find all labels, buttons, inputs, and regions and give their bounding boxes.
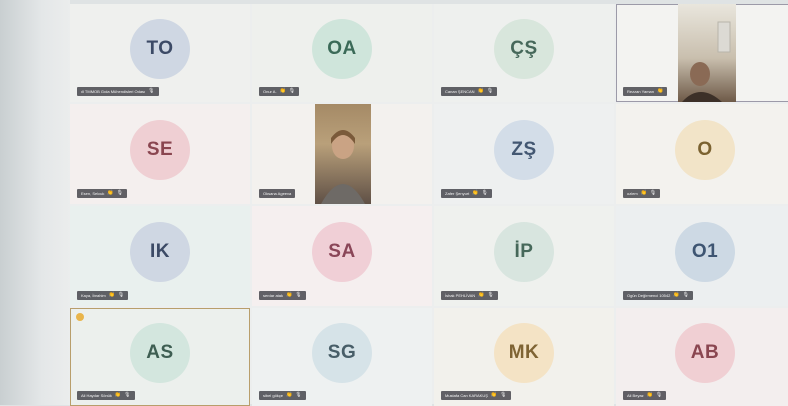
mic-icon: 🎙	[649, 190, 657, 196]
clap-icon: 👏	[114, 392, 122, 398]
clap-icon: 👏	[646, 392, 653, 398]
participant-name-label: Canan ŞENCAN 👏 🎙	[441, 87, 498, 96]
participant-name-label: Kaya, İbrahim 👏 🎙	[77, 291, 129, 300]
participant-video	[315, 104, 371, 204]
participant-name-label: Mustafa Can KARAKUŞ 👏 🎙	[441, 391, 511, 400]
participant-name-label: Ogün Değirmenci 10542 👏 🎙	[623, 291, 693, 300]
clap-icon: 👏	[478, 292, 485, 298]
participant-tile[interactable]: ÇŞ Canan ŞENCAN 👏 🎙	[434, 4, 614, 102]
participant-tile[interactable]: ZŞ Zafer Şenyurt 👏 🎙	[434, 104, 614, 204]
participant-tile[interactable]: İP İshak PEHLİVAN 👏 🎙	[434, 206, 614, 306]
clap-icon: 👏	[108, 292, 115, 298]
participant-name: Rezzan Yaman	[627, 89, 654, 94]
participant-name-label: Rezzan Yaman 👏	[623, 87, 668, 96]
participant-avatar: O	[675, 120, 735, 180]
participant-tile[interactable]: O ozlem 👏 🎙	[616, 104, 788, 204]
participant-tile[interactable]: SA serdar atak 👏 🎙	[252, 206, 432, 306]
person-silhouette	[682, 21, 731, 102]
participant-avatar: SG	[312, 323, 372, 383]
mic-icon: 🎙	[481, 190, 488, 196]
mic-icon: 🎙	[124, 392, 131, 398]
mic-icon: 🎙	[655, 392, 663, 398]
participant-tile[interactable]: SE Esen, Selcuk 👏 🎙	[70, 104, 250, 204]
participant-name: Ali Beyaz	[627, 393, 644, 398]
participant-name-label: Onur A. 👏 🎙	[259, 87, 300, 96]
participant-avatar: ÇŞ	[494, 19, 554, 79]
mic-icon: 🎙	[295, 392, 302, 398]
participant-name-label: Oksana Ageeva	[259, 189, 296, 198]
participant-tile[interactable]: TO ıll TMMOB Gıda Mühendisleri Odası 🎙	[70, 4, 250, 102]
participant-tile[interactable]: OA Onur A. 👏 🎙	[252, 4, 432, 102]
mic-icon: 🎙	[295, 292, 302, 298]
participant-avatar: AS	[130, 323, 190, 383]
mic-icon: 🎙	[500, 392, 507, 398]
participant-name: sibel gökçe	[263, 393, 284, 398]
participant-name-label: serdar atak 👏 🎙	[259, 291, 306, 300]
participant-avatar: SA	[312, 222, 372, 282]
participant-name: Ali Haydar Sönük	[81, 393, 112, 398]
participant-name: serdar atak	[263, 293, 284, 298]
mic-icon: 🎙	[486, 88, 494, 94]
mic-icon: 🎙	[117, 292, 125, 298]
clap-icon: 👏	[673, 292, 680, 298]
participant-name: Canan ŞENCAN	[445, 89, 475, 94]
participant-name-label: ozlem 👏 🎙	[623, 189, 661, 198]
participant-video	[678, 4, 736, 102]
participant-avatar: OA	[312, 19, 372, 79]
participant-name: ozlem	[627, 191, 638, 196]
participant-avatar: O1	[675, 222, 735, 282]
participant-name: Onur A.	[263, 89, 277, 94]
screen-bezel	[0, 0, 70, 405]
person-silhouette	[321, 130, 365, 204]
clap-icon: 👏	[656, 88, 664, 94]
clap-icon: 👏	[472, 190, 479, 196]
clap-icon: 👏	[107, 190, 114, 196]
participant-avatar: MK	[494, 323, 554, 383]
participant-avatar: IK	[130, 222, 190, 282]
clap-icon: 👏	[286, 392, 293, 398]
participant-name-label: Ali Haydar Sönük 👏 🎙	[77, 391, 135, 400]
clap-icon: 👏	[286, 292, 293, 298]
participant-avatar: SE	[130, 120, 190, 180]
mic-icon: 🎙	[487, 292, 494, 298]
clap-icon: 👏	[477, 88, 484, 94]
participant-name: Oksana Ageeva	[263, 191, 292, 196]
clap-icon: 👏	[640, 190, 647, 196]
mic-icon: 🎙	[116, 190, 123, 196]
participant-name-label: Zafer Şenyurt 👏 🎙	[441, 189, 492, 198]
participant-name-label: sibel gökçe 👏 🎙	[259, 391, 306, 400]
participant-name: Esen, Selcuk	[81, 191, 105, 196]
participant-name-label: Ali Beyaz 👏 🎙	[623, 391, 667, 400]
participant-grid: TO ıll TMMOB Gıda Mühendisleri Odası 🎙 O…	[70, 4, 788, 406]
participant-name: Zafer Şenyurt	[445, 191, 470, 196]
participant-name-label: İshak PEHLİVAN 👏 🎙	[441, 291, 498, 300]
participant-name: İshak PEHLİVAN	[445, 293, 476, 298]
meeting-screen: TO ıll TMMOB Gıda Mühendisleri Odası 🎙 O…	[70, 4, 788, 406]
participant-name: Kaya, İbrahim	[81, 293, 106, 298]
mic-icon: 🎙	[148, 88, 155, 94]
participant-tile[interactable]: AB Ali Beyaz 👏 🎙	[616, 308, 788, 406]
participant-tile[interactable]: SG sibel gökçe 👏 🎙	[252, 308, 432, 406]
participant-name: Mustafa Can KARAKUŞ	[445, 393, 488, 398]
participant-name: Ogün Değirmenci 10542	[627, 293, 671, 298]
mic-icon: 🎙	[682, 292, 689, 298]
mic-icon: 🎙	[288, 88, 296, 94]
participant-avatar: ZŞ	[494, 120, 554, 180]
clap-icon: 👏	[279, 88, 286, 94]
participant-name: ıll TMMOB Gıda Mühendisleri Odası	[81, 89, 146, 94]
participant-name-label: Esen, Selcuk 👏 🎙	[77, 189, 127, 198]
raised-hand-icon	[76, 313, 84, 321]
participant-tile-video[interactable]: Rezzan Yaman 👏	[616, 4, 788, 102]
clap-icon: 👏	[490, 392, 498, 398]
participant-tile[interactable]: MK Mustafa Can KARAKUŞ 👏 🎙	[434, 308, 614, 406]
participant-avatar: AB	[675, 323, 735, 383]
participant-avatar: TO	[130, 19, 190, 79]
participant-tile-video[interactable]: Oksana Ageeva	[252, 104, 432, 204]
participant-tile[interactable]: O1 Ogün Değirmenci 10542 👏 🎙	[616, 206, 788, 306]
participant-avatar: İP	[494, 222, 554, 282]
participant-tile-active[interactable]: AS Ali Haydar Sönük 👏 🎙	[70, 308, 250, 406]
participant-name-label: ıll TMMOB Gıda Mühendisleri Odası 🎙	[77, 87, 159, 96]
participant-tile[interactable]: IK Kaya, İbrahim 👏 🎙	[70, 206, 250, 306]
